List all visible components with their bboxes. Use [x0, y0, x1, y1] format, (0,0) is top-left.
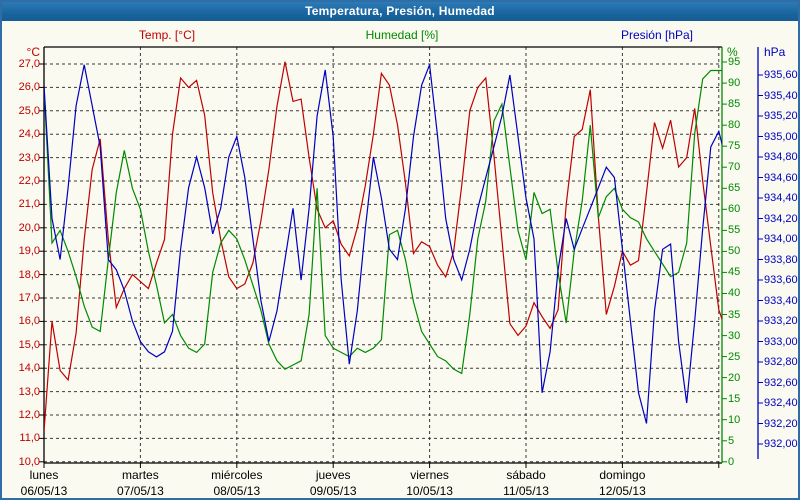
pressure-tick-label: 934,60 [764, 172, 798, 184]
temperature-tick-label: 26,0 [2, 81, 40, 93]
pressure-tick-label: 933,80 [764, 254, 798, 266]
pressure-tick-label: 935,60 [764, 69, 798, 81]
series-pressure-line [44, 65, 723, 424]
humidity-tick-label: 75 [728, 140, 740, 152]
temperature-tick-label: 12,0 [2, 409, 40, 421]
day-date-label: 11/05/13 [476, 484, 576, 498]
humidity-tick-label: 25 [728, 351, 740, 363]
humidity-tick-label: 45 [728, 266, 740, 278]
day-name-label: viernes [380, 468, 480, 482]
pressure-tick-label: 933,20 [764, 315, 798, 327]
series-humidity-line [44, 71, 723, 374]
day-name-label: domingo [572, 468, 672, 482]
temperature-tick-label: 14,0 [2, 362, 40, 374]
day-name-label: lunes [0, 468, 94, 482]
temperature-tick-label: 10,0 [2, 456, 40, 468]
humidity-tick-label: 80 [728, 119, 740, 131]
pressure-tick-label: 933,40 [764, 295, 798, 307]
day-name-label: jueves [283, 468, 383, 482]
day-date-label: 10/05/13 [380, 484, 480, 498]
temperature-tick-label: 19,0 [2, 245, 40, 257]
humidity-tick-label: 0 [728, 456, 734, 468]
humidity-tick-label: 85 [728, 98, 740, 110]
humidity-tick-label: 35 [728, 309, 740, 321]
temperature-tick-label: 23,0 [2, 152, 40, 164]
temperature-tick-label: 27,0 [2, 58, 40, 70]
pressure-tick-label: 934,20 [764, 213, 798, 225]
pressure-tick-label: 932,60 [764, 377, 798, 389]
temperature-tick-label: 22,0 [2, 175, 40, 187]
chart-svg [2, 2, 800, 500]
pressure-tick-label: 932,40 [764, 397, 798, 409]
pressure-tick-label: 935,20 [764, 110, 798, 122]
humidity-tick-label: 50 [728, 245, 740, 257]
day-date-label: 07/05/13 [90, 484, 190, 498]
pressure-tick-label: 933,00 [764, 336, 798, 348]
day-date-label: 06/05/13 [0, 484, 94, 498]
series-temperature-line [44, 62, 723, 432]
temperature-tick-label: 11,0 [2, 432, 40, 444]
temperature-tick-label: 13,0 [2, 386, 40, 398]
pressure-tick-label: 934,80 [764, 151, 798, 163]
temperature-tick-label: 20,0 [2, 222, 40, 234]
humidity-tick-label: 40 [728, 287, 740, 299]
temperature-tick-label: 16,0 [2, 315, 40, 327]
humidity-tick-label: 95 [728, 56, 740, 68]
pressure-tick-label: 935,00 [764, 131, 798, 143]
day-name-label: sábado [476, 468, 576, 482]
day-date-label: 12/05/13 [572, 484, 672, 498]
humidity-tick-label: 10 [728, 414, 740, 426]
pressure-tick-label: 934,40 [764, 192, 798, 204]
pressure-tick-label: 933,60 [764, 274, 798, 286]
day-name-label: martes [90, 468, 190, 482]
humidity-tick-label: 20 [728, 372, 740, 384]
weather-chart-window: Temperatura, Presión, Humedad Temp. [°C]… [0, 0, 800, 500]
pressure-tick-label: 934,00 [764, 233, 798, 245]
temperature-tick-label: 17,0 [2, 292, 40, 304]
pressure-tick-label: 932,80 [764, 356, 798, 368]
humidity-tick-label: 65 [728, 182, 740, 194]
temperature-tick-label: 18,0 [2, 269, 40, 281]
humidity-tick-label: 60 [728, 203, 740, 215]
humidity-tick-label: 70 [728, 161, 740, 173]
temperature-tick-label: 25,0 [2, 105, 40, 117]
day-name-label: miércoles [187, 468, 287, 482]
temperature-tick-label: 15,0 [2, 339, 40, 351]
humidity-tick-label: 5 [728, 435, 734, 447]
temperature-tick-label: 24,0 [2, 128, 40, 140]
temperature-tick-label: 21,0 [2, 198, 40, 210]
day-date-label: 09/05/13 [283, 484, 383, 498]
pressure-tick-label: 932,00 [764, 438, 798, 450]
pressure-tick-label: 932,20 [764, 418, 798, 430]
day-date-label: 08/05/13 [187, 484, 287, 498]
pressure-tick-label: 935,40 [764, 90, 798, 102]
humidity-tick-label: 15 [728, 393, 740, 405]
humidity-tick-label: 90 [728, 77, 740, 89]
humidity-tick-label: 55 [728, 224, 740, 236]
humidity-tick-label: 30 [728, 330, 740, 342]
